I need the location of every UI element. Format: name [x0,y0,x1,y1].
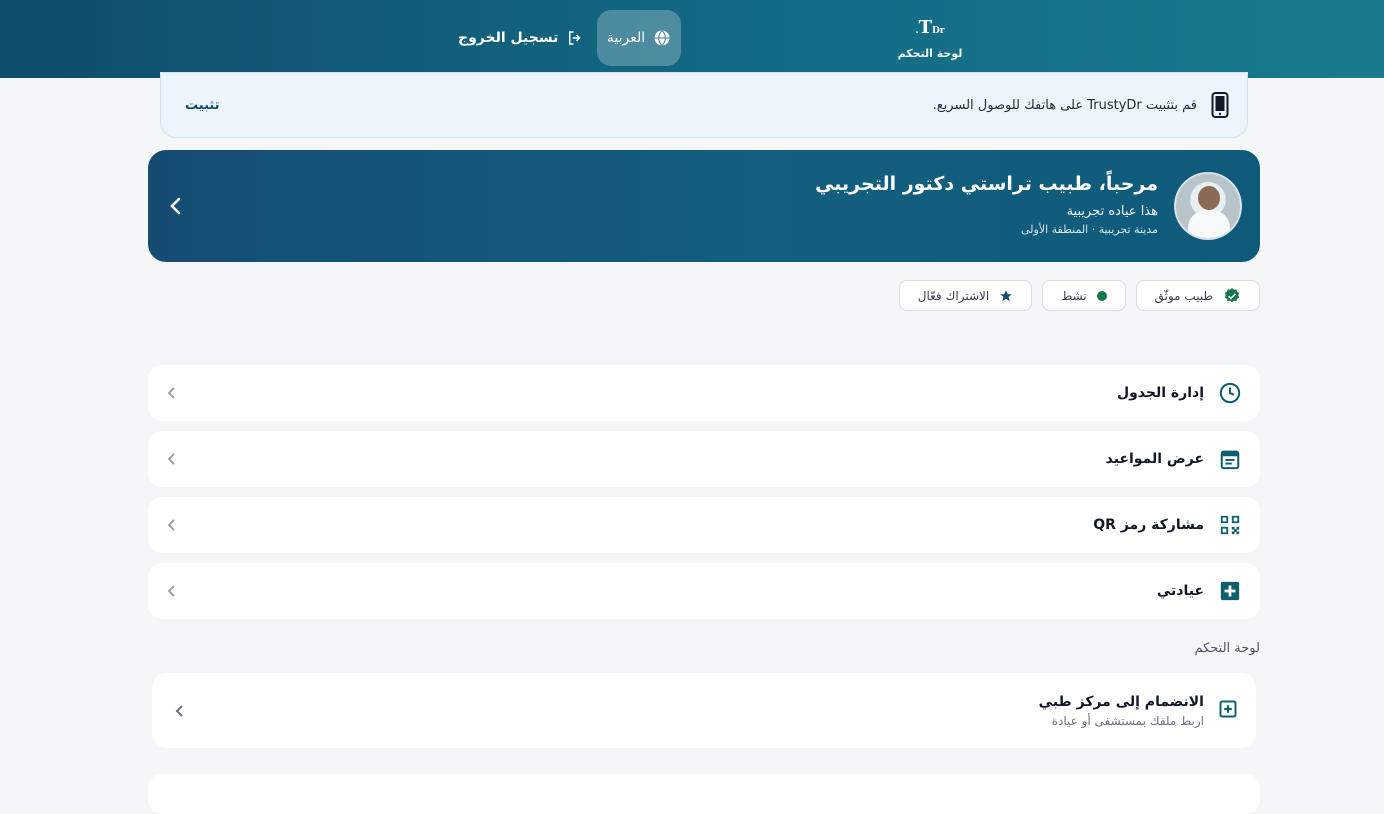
install-button[interactable]: تثبيت [185,98,220,113]
menu-item-appointments[interactable]: عرض المواعيد [148,431,1260,487]
medical-plus-icon [1218,579,1242,603]
active-badge: نشط [1042,280,1126,311]
greeting-title: مرحباً، طبيب تراستي دكتور التجريبي [815,173,1158,195]
clinic-location: مدينة تجريبية · المنطقة الأولى [1021,223,1158,236]
top-bar: TDr. لوحة التحكم العربية تسجيل الخروج [0,0,1384,78]
menu-item-label: مشاركة رمز QR [1093,517,1204,533]
verified-label: طبيب موثّق [1154,288,1213,303]
join-card-title: الانضمام إلى مركز طبي [1038,693,1204,710]
install-message: قم بتثبيت TrustyDr على هاتفك للوصول السر… [220,92,1229,118]
brand-logo: TDr. [915,17,945,38]
add-box-icon [1218,699,1238,723]
phone-icon [1211,92,1229,118]
menu-item-schedule[interactable]: إدارة الجدول [148,365,1260,421]
calendar-icon [1218,447,1242,471]
chevron-left-icon [167,519,175,531]
active-label: نشط [1061,288,1087,303]
subscription-label: الاشتراك فعّال [917,288,990,303]
chevron-left-icon[interactable] [168,194,184,218]
language-button[interactable]: العربية [597,10,681,66]
chevron-left-icon [167,387,175,399]
menu-item-my-clinic[interactable]: عيادتي [148,563,1260,619]
language-label: العربية [606,30,646,46]
profile-card[interactable]: مرحباً، طبيب تراستي دكتور التجريبي هذا ع… [148,150,1260,262]
clinic-name: هذا عياده تجريبية [1066,204,1158,219]
logout-button[interactable]: تسجيل الخروج [458,24,584,52]
star-icon [1000,289,1013,301]
logout-icon [569,31,581,45]
verified-badge: طبيب موثّق [1135,280,1260,311]
clock-icon [1218,381,1242,405]
menu-item-qr[interactable]: مشاركة رمز QR [148,497,1260,553]
section-title: لوحة التحكم [1194,641,1260,656]
avatar [1174,172,1242,240]
chevron-left-icon [175,704,183,717]
install-banner: قم بتثبيت TrustyDr على هاتفك للوصول السر… [160,72,1248,138]
status-dot-icon [1096,290,1107,301]
globe-icon [654,30,670,46]
join-card-subtitle: اربط ملفك بمستشفى أو عيادة [1051,713,1204,728]
install-message-text: قم بتثبيت TrustyDr على هاتفك للوصول السر… [932,97,1197,113]
status-badges: طبيب موثّق نشط الاشتراك فعّال [898,280,1260,311]
qr-code-icon [1218,513,1242,537]
join-medical-center-card[interactable]: الانضمام إلى مركز طبي اربط ملفك بمستشفى … [152,673,1256,748]
logout-label: تسجيل الخروج [458,30,559,46]
brand-label: لوحة التحكم [897,47,963,60]
menu-item-label: إدارة الجدول [1116,385,1204,401]
chevron-left-icon [167,453,175,465]
next-card-partial[interactable] [148,774,1260,814]
subscription-badge: الاشتراك فعّال [898,280,1033,311]
menu-item-label: عرض المواعيد [1105,451,1204,467]
verified-icon [1224,287,1240,302]
chevron-left-icon [167,585,175,597]
brand[interactable]: TDr. لوحة التحكم [890,16,970,60]
menu-item-label: عيادتي [1156,583,1204,599]
